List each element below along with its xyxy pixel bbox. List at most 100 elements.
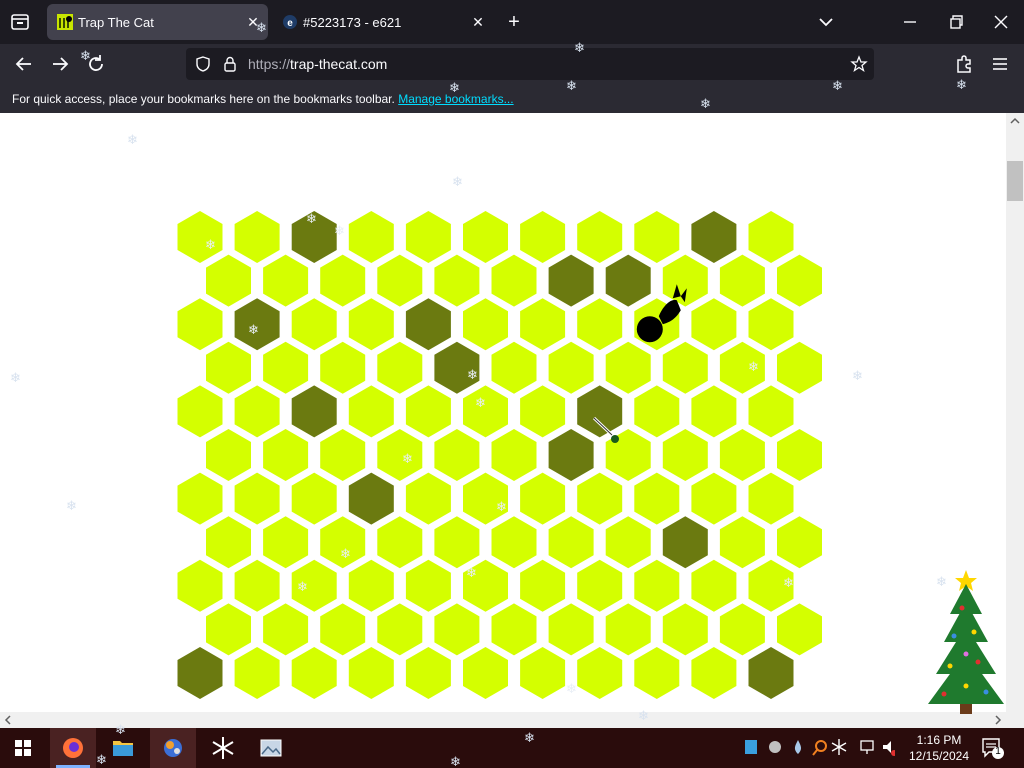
tab-e621[interactable]: e #5223173 - e621 ✕	[272, 4, 493, 40]
hex-cell[interactable]	[234, 559, 280, 612]
hex-cell[interactable]	[463, 385, 508, 438]
hex-cell[interactable]	[691, 559, 737, 612]
hex-cell[interactable]	[263, 341, 309, 394]
system-clock[interactable]: 1:16 PM 12/15/2024	[906, 732, 972, 764]
hex-cell[interactable]	[177, 211, 223, 263]
hex-cell[interactable]	[377, 603, 423, 656]
vertical-scrollbar[interactable]	[1006, 113, 1024, 712]
taskbar-app-5[interactable]	[248, 728, 294, 768]
hex-cell[interactable]	[234, 211, 280, 263]
hex-cell[interactable]	[548, 603, 594, 656]
hex-cell[interactable]	[263, 254, 309, 307]
hex-cell[interactable]	[748, 211, 794, 263]
hex-cell[interactable]	[777, 516, 822, 569]
hex-cell[interactable]	[491, 341, 537, 394]
hex-cell[interactable]	[520, 647, 566, 699]
hex-cell[interactable]	[463, 647, 508, 699]
taskbar-firefox[interactable]	[50, 728, 96, 768]
hex-cell[interactable]	[577, 211, 623, 263]
hex-cell[interactable]	[605, 341, 651, 394]
back-icon[interactable]	[12, 52, 36, 76]
hex-cell[interactable]	[434, 516, 480, 569]
taskbar-app-4[interactable]	[200, 728, 246, 768]
hex-cell[interactable]	[206, 603, 251, 656]
hex-cell[interactable]	[748, 385, 794, 438]
list-all-tabs-chevron-icon[interactable]	[814, 10, 838, 34]
shield-icon[interactable]	[194, 55, 212, 73]
hex-cell[interactable]	[634, 472, 680, 525]
hex-cell[interactable]	[634, 559, 680, 612]
hex-cell[interactable]	[777, 341, 822, 394]
hex-cell[interactable]	[434, 603, 480, 656]
hex-cell[interactable]	[634, 385, 680, 438]
address-bar[interactable]: https://trap-thecat.com	[186, 48, 874, 80]
hex-cell[interactable]	[263, 516, 309, 569]
lock-icon[interactable]	[221, 55, 239, 73]
hex-cell[interactable]	[348, 647, 394, 699]
hex-cell[interactable]	[377, 254, 423, 307]
system-tray-icons[interactable]	[715, 736, 895, 760]
hex-cell[interactable]	[491, 429, 537, 481]
start-button[interactable]	[0, 728, 46, 768]
hex-cell[interactable]	[291, 472, 337, 525]
hex-cell[interactable]	[320, 429, 366, 481]
close-tab-icon[interactable]: ✕	[469, 13, 487, 31]
hex-cell[interactable]	[691, 385, 737, 438]
hex-cell[interactable]	[405, 385, 451, 438]
hex-cell[interactable]	[548, 516, 594, 569]
hex-cell[interactable]	[206, 254, 251, 307]
taskbar-file-explorer[interactable]	[100, 728, 146, 768]
hex-cell[interactable]	[777, 429, 822, 481]
hex-cell[interactable]	[577, 472, 623, 525]
bookmark-star-icon[interactable]	[850, 55, 868, 73]
hex-cell[interactable]	[577, 298, 623, 351]
tab-list-icon[interactable]	[8, 10, 32, 34]
hex-cell[interactable]	[434, 429, 480, 481]
taskbar-app-3[interactable]	[150, 728, 196, 768]
notification-center-button[interactable]: 1	[980, 736, 1006, 760]
hex-cell[interactable]	[377, 516, 423, 569]
hex-cell[interactable]	[491, 254, 537, 307]
hex-cell[interactable]	[348, 298, 394, 351]
hex-cell[interactable]	[263, 429, 309, 481]
hex-cell[interactable]	[691, 472, 737, 525]
hex-cell[interactable]	[719, 429, 765, 481]
reload-icon[interactable]	[84, 52, 108, 76]
hex-cell[interactable]	[777, 603, 822, 656]
hex-cell[interactable]	[463, 211, 508, 263]
hex-cell[interactable]	[662, 254, 708, 307]
hex-cell[interactable]	[348, 211, 394, 263]
hex-cell[interactable]	[577, 647, 623, 699]
hex-cell[interactable]	[662, 429, 708, 481]
tab-trap-the-cat[interactable]: Trap The Cat ✕	[47, 4, 268, 40]
hex-cell[interactable]	[691, 647, 737, 699]
hex-cell[interactable]	[520, 472, 566, 525]
hex-cell[interactable]	[177, 559, 223, 612]
hex-cell[interactable]	[434, 254, 480, 307]
hex-cell[interactable]	[634, 647, 680, 699]
manage-bookmarks-link[interactable]: Manage bookmarks...	[398, 92, 513, 106]
url-text[interactable]: https://trap-thecat.com	[248, 56, 387, 72]
minimize-icon[interactable]	[898, 10, 922, 34]
forward-icon[interactable]	[48, 52, 72, 76]
hex-cell[interactable]	[605, 516, 651, 569]
hex-cell[interactable]	[463, 472, 508, 525]
restore-icon[interactable]	[944, 10, 968, 34]
hex-cell[interactable]	[662, 603, 708, 656]
horizontal-scrollbar[interactable]	[0, 712, 1006, 728]
hex-cell[interactable]	[662, 341, 708, 394]
hex-cell[interactable]	[577, 559, 623, 612]
hex-cell[interactable]	[177, 385, 223, 438]
hex-cell[interactable]	[491, 603, 537, 656]
hex-cell[interactable]	[520, 559, 566, 612]
hex-cell[interactable]	[520, 385, 566, 438]
hex-cell[interactable]	[377, 429, 423, 481]
hex-cell[interactable]	[348, 385, 394, 438]
close-window-icon[interactable]	[989, 10, 1013, 34]
hex-cell[interactable]	[520, 211, 566, 263]
close-tab-icon[interactable]: ✕	[244, 13, 262, 31]
hex-cell[interactable]	[405, 472, 451, 525]
hex-cell[interactable]	[405, 559, 451, 612]
hex-cell[interactable]	[719, 516, 765, 569]
hex-cell[interactable]	[234, 385, 280, 438]
